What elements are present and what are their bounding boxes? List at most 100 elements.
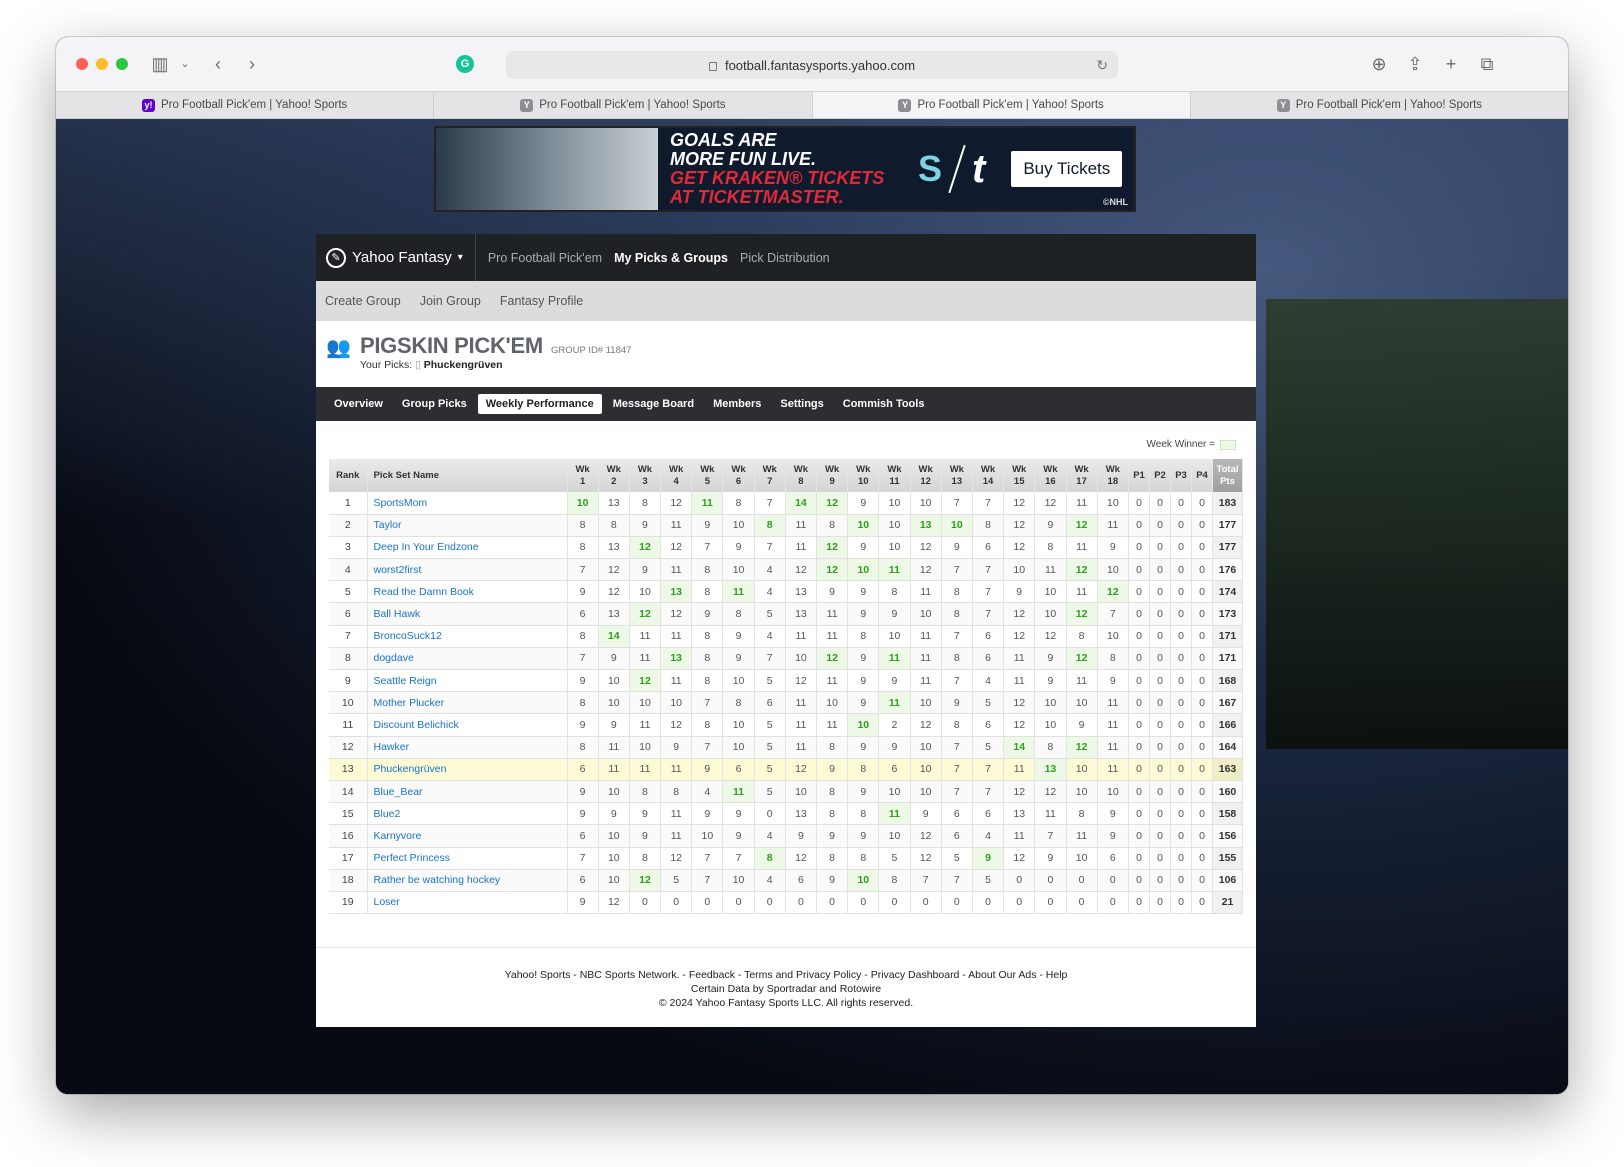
week-score[interactable]: 5 bbox=[754, 736, 786, 759]
week-score[interactable]: 7 bbox=[941, 625, 973, 648]
nav-my-picks-groups[interactable]: My Picks & Groups bbox=[614, 251, 728, 265]
week-score[interactable]: 10 bbox=[722, 869, 755, 892]
nav-pro-football-pickem[interactable]: Pro Football Pick'em bbox=[488, 251, 602, 265]
week-score[interactable]: 8 bbox=[629, 780, 662, 804]
week-score[interactable]: 11 bbox=[1097, 514, 1130, 537]
week-score[interactable]: 7 bbox=[691, 736, 724, 759]
week-score[interactable]: 11 bbox=[1066, 669, 1098, 693]
week-score[interactable]: 9 bbox=[598, 647, 630, 671]
week-score[interactable]: 8 bbox=[629, 847, 662, 870]
week-score[interactable]: 7 bbox=[972, 492, 1005, 515]
nav-pick-distribution[interactable]: Pick Distribution bbox=[740, 251, 830, 265]
week-score[interactable]: 13 bbox=[598, 602, 630, 626]
week-score[interactable]: 8 bbox=[941, 602, 973, 626]
week-score[interactable]: 7 bbox=[941, 558, 973, 582]
week-score[interactable]: 9 bbox=[1097, 669, 1130, 693]
header-week[interactable]: Wk 17 bbox=[1066, 459, 1098, 492]
week-score[interactable]: 13 bbox=[598, 492, 630, 515]
week-score[interactable]: 7 bbox=[941, 736, 973, 759]
your-picks-name[interactable]: Phuckengrüven bbox=[424, 359, 503, 371]
pick-set-name-link[interactable]: Discount Belichick bbox=[367, 713, 568, 737]
week-score[interactable]: 8 bbox=[691, 580, 724, 604]
week-score[interactable]: 10 bbox=[1003, 558, 1036, 582]
week-score[interactable]: 11 bbox=[660, 514, 693, 537]
week-score[interactable]: 9 bbox=[629, 514, 662, 537]
week-score-winner[interactable]: 14 bbox=[598, 625, 630, 648]
week-score[interactable]: 9 bbox=[722, 824, 755, 848]
footer-links[interactable]: Yahoo! Sports - NBC Sports Network. - Fe… bbox=[316, 968, 1256, 982]
week-score[interactable]: 12 bbox=[910, 558, 942, 582]
week-score[interactable]: 12 bbox=[598, 891, 630, 915]
week-score[interactable]: 0 bbox=[1097, 869, 1130, 892]
week-score[interactable]: 11 bbox=[910, 669, 942, 693]
pick-set-name-link[interactable]: Blue_Bear bbox=[367, 780, 568, 804]
week-score[interactable]: 10 bbox=[878, 514, 911, 537]
fantasy-profile-link[interactable]: Fantasy Profile bbox=[500, 294, 583, 308]
week-score[interactable]: 9 bbox=[847, 536, 880, 560]
week-score[interactable]: 7 bbox=[567, 847, 599, 870]
week-score[interactable]: 11 bbox=[816, 625, 849, 648]
week-score[interactable]: 10 bbox=[598, 824, 630, 848]
week-score[interactable]: 11 bbox=[1003, 824, 1036, 848]
week-score[interactable]: 7 bbox=[910, 869, 942, 892]
week-score[interactable]: 13 bbox=[785, 602, 818, 626]
week-score[interactable]: 12 bbox=[910, 824, 942, 848]
week-score[interactable]: 9 bbox=[722, 802, 755, 826]
week-score[interactable]: 12 bbox=[1003, 713, 1036, 737]
week-score[interactable]: 9 bbox=[1097, 536, 1130, 560]
week-score[interactable]: 9 bbox=[816, 824, 849, 848]
week-score[interactable]: 10 bbox=[1066, 780, 1098, 804]
pick-set-name-link[interactable]: Seattle Reign bbox=[367, 669, 568, 693]
week-score[interactable]: 12 bbox=[1003, 602, 1036, 626]
header-week[interactable]: Wk 2 bbox=[598, 459, 630, 492]
week-score[interactable]: 6 bbox=[567, 758, 599, 781]
week-score[interactable]: 9 bbox=[691, 602, 724, 626]
browser-tab[interactable]: y! Pro Football Pick'em | Yahoo! Sports bbox=[56, 92, 435, 118]
buy-tickets-button[interactable]: Buy Tickets bbox=[1011, 151, 1123, 187]
week-score[interactable]: 12 bbox=[660, 536, 693, 560]
week-score[interactable]: 11 bbox=[816, 669, 849, 693]
week-score[interactable]: 7 bbox=[972, 758, 1005, 781]
grammarly-icon[interactable]: G bbox=[456, 52, 476, 76]
week-score[interactable]: 9 bbox=[785, 824, 818, 848]
header-week[interactable]: Wk 18 bbox=[1097, 459, 1130, 492]
week-score[interactable]: 5 bbox=[941, 847, 973, 870]
header-week[interactable]: Wk 1 bbox=[567, 459, 599, 492]
week-score[interactable]: 10 bbox=[785, 780, 818, 804]
week-score[interactable]: 9 bbox=[1097, 802, 1130, 826]
tab-overview-icon[interactable]: ⧉ bbox=[1476, 52, 1498, 76]
week-score[interactable]: 12 bbox=[1034, 492, 1067, 515]
week-score[interactable]: 8 bbox=[722, 492, 755, 515]
week-score[interactable]: 13 bbox=[785, 802, 818, 826]
week-score[interactable]: 10 bbox=[1034, 602, 1067, 626]
header-week[interactable]: Wk 13 bbox=[941, 459, 973, 492]
week-score[interactable]: 10 bbox=[1097, 780, 1130, 804]
week-score[interactable]: 12 bbox=[660, 602, 693, 626]
week-score[interactable]: 8 bbox=[567, 736, 599, 759]
week-score[interactable]: 8 bbox=[847, 847, 880, 870]
week-score[interactable]: 11 bbox=[598, 758, 630, 781]
week-score[interactable]: 12 bbox=[598, 580, 630, 604]
week-score[interactable]: 10 bbox=[878, 780, 911, 804]
header-playoff[interactable]: P4 bbox=[1191, 459, 1213, 492]
week-score[interactable]: 5 bbox=[754, 758, 786, 781]
week-score-winner[interactable]: 13 bbox=[660, 580, 693, 604]
week-score[interactable]: 8 bbox=[660, 780, 693, 804]
week-score[interactable]: 9 bbox=[722, 625, 755, 648]
browser-tab[interactable]: Y Pro Football Pick'em | Yahoo! Sports bbox=[1191, 92, 1568, 118]
week-score[interactable]: 7 bbox=[1097, 602, 1130, 626]
week-score[interactable]: 0 bbox=[754, 891, 786, 915]
week-score[interactable]: 10 bbox=[1097, 492, 1130, 515]
week-score[interactable]: 4 bbox=[754, 580, 786, 604]
week-score[interactable]: 8 bbox=[1034, 736, 1067, 759]
week-score[interactable]: 11 bbox=[1003, 669, 1036, 693]
week-score[interactable]: 9 bbox=[1034, 669, 1067, 693]
week-score[interactable]: 9 bbox=[567, 780, 599, 804]
week-score[interactable]: 7 bbox=[941, 669, 973, 693]
week-score[interactable]: 12 bbox=[598, 558, 630, 582]
week-score[interactable]: 7 bbox=[972, 602, 1005, 626]
header-week[interactable]: Wk 15 bbox=[1003, 459, 1036, 492]
pick-set-name-link[interactable]: worst2first bbox=[367, 558, 568, 582]
week-score[interactable]: 9 bbox=[598, 802, 630, 826]
week-score[interactable]: 11 bbox=[1066, 492, 1098, 515]
